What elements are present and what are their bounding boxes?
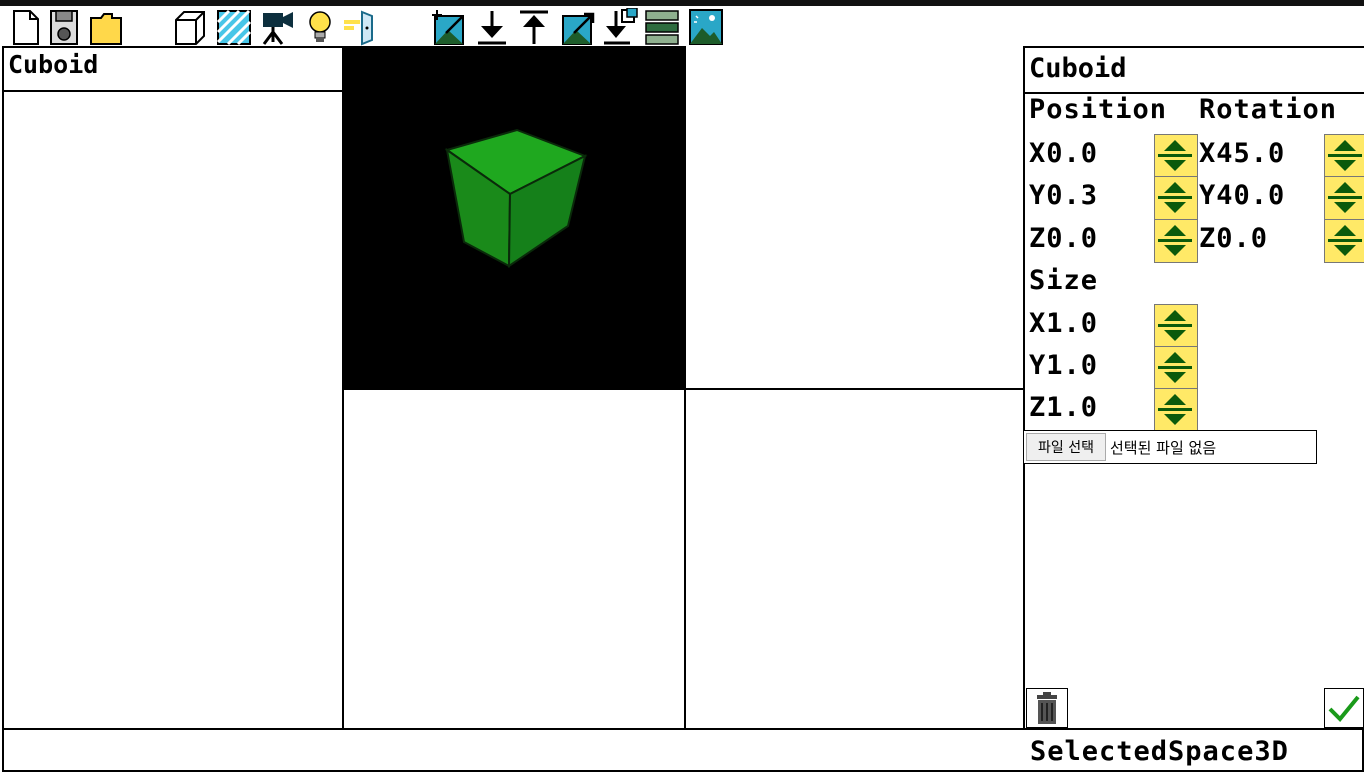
- size-x-value: X1.0: [1029, 308, 1099, 339]
- import-image-icon[interactable]: [432, 8, 468, 46]
- object-name-field[interactable]: Cuboid: [1025, 46, 1364, 94]
- move-down-layer-icon[interactable]: [602, 8, 638, 46]
- texture-icon[interactable]: [216, 8, 252, 46]
- arrow-down-icon[interactable]: [474, 8, 510, 46]
- light-bulb-icon[interactable]: [302, 8, 338, 46]
- decrement-icon[interactable]: [1155, 197, 1195, 217]
- rotation-x-stepper[interactable]: [1324, 134, 1364, 178]
- decrement-icon[interactable]: [1155, 325, 1195, 345]
- status-text: SelectedSpace3D: [1030, 736, 1289, 767]
- size-y-stepper[interactable]: [1154, 346, 1198, 390]
- decrement-icon[interactable]: [1325, 197, 1364, 217]
- status-bar: SelectedSpace3D: [2, 728, 1364, 772]
- increment-icon[interactable]: [1155, 177, 1195, 197]
- door-icon[interactable]: [340, 8, 376, 46]
- viewport-side[interactable]: [684, 388, 1025, 730]
- rotation-label: Rotation: [1199, 94, 1338, 125]
- position-y-stepper[interactable]: [1154, 176, 1198, 220]
- save-icon[interactable]: [46, 8, 82, 46]
- size-x-stepper[interactable]: [1154, 304, 1198, 348]
- trash-icon: [1037, 692, 1057, 724]
- increment-icon[interactable]: [1325, 135, 1364, 155]
- size-label: Size: [1029, 265, 1099, 296]
- file-input[interactable]: 파일 선택 선택된 파일 없음: [1023, 430, 1317, 464]
- decrement-icon[interactable]: [1155, 409, 1195, 429]
- outliner-item-cuboid[interactable]: Cuboid: [4, 48, 342, 92]
- position-label: Position: [1029, 94, 1168, 125]
- camera-icon[interactable]: [260, 8, 296, 46]
- viewport-top[interactable]: [684, 46, 1025, 390]
- checkmark-icon: [1328, 695, 1360, 722]
- delete-button[interactable]: [1026, 688, 1068, 728]
- open-folder-icon[interactable]: [88, 8, 124, 46]
- toolbar: [0, 6, 1364, 46]
- position-x-value: X0.0: [1029, 138, 1099, 169]
- position-z-value: Z0.0: [1029, 223, 1099, 254]
- cube-render: [444, 128, 588, 268]
- landscape-image-icon[interactable]: [688, 8, 724, 46]
- outliner-panel: Cuboid: [2, 46, 344, 730]
- arrow-up-icon[interactable]: [516, 8, 552, 46]
- viewport-front[interactable]: [342, 388, 685, 730]
- size-y-value: Y1.0: [1029, 350, 1099, 381]
- confirm-button[interactable]: [1324, 688, 1364, 728]
- rotation-z-value: Z0.0: [1199, 223, 1269, 254]
- decrement-icon[interactable]: [1155, 367, 1195, 387]
- export-image-icon[interactable]: [560, 8, 596, 46]
- decrement-icon[interactable]: [1155, 240, 1195, 260]
- decrement-icon[interactable]: [1325, 240, 1364, 260]
- rotation-y-stepper[interactable]: [1324, 176, 1364, 220]
- increment-icon[interactable]: [1155, 220, 1195, 240]
- size-z-value: Z1.0: [1029, 392, 1099, 423]
- increment-icon[interactable]: [1325, 220, 1364, 240]
- increment-icon[interactable]: [1155, 389, 1195, 409]
- file-status-text: 선택된 파일 없음: [1110, 439, 1217, 457]
- decrement-icon[interactable]: [1155, 155, 1195, 175]
- viewport-perspective[interactable]: [342, 46, 685, 390]
- position-x-stepper[interactable]: [1154, 134, 1198, 178]
- position-y-value: Y0.3: [1029, 180, 1099, 211]
- properties-panel: Cuboid Position Rotation X0.0 Y0.3 Z0.0 …: [1023, 46, 1364, 730]
- layers-icon[interactable]: [644, 8, 680, 46]
- increment-icon[interactable]: [1325, 177, 1364, 197]
- decrement-icon[interactable]: [1325, 155, 1364, 175]
- rotation-x-value: X45.0: [1199, 138, 1286, 169]
- new-file-icon[interactable]: [6, 8, 42, 46]
- size-z-stepper[interactable]: [1154, 388, 1198, 432]
- rotation-z-stepper[interactable]: [1324, 219, 1364, 263]
- cube-icon[interactable]: [172, 8, 208, 46]
- increment-icon[interactable]: [1155, 305, 1195, 325]
- position-z-stepper[interactable]: [1154, 219, 1198, 263]
- increment-icon[interactable]: [1155, 135, 1195, 155]
- choose-file-button[interactable]: 파일 선택: [1026, 433, 1106, 461]
- rotation-y-value: Y40.0: [1199, 180, 1286, 211]
- increment-icon[interactable]: [1155, 347, 1195, 367]
